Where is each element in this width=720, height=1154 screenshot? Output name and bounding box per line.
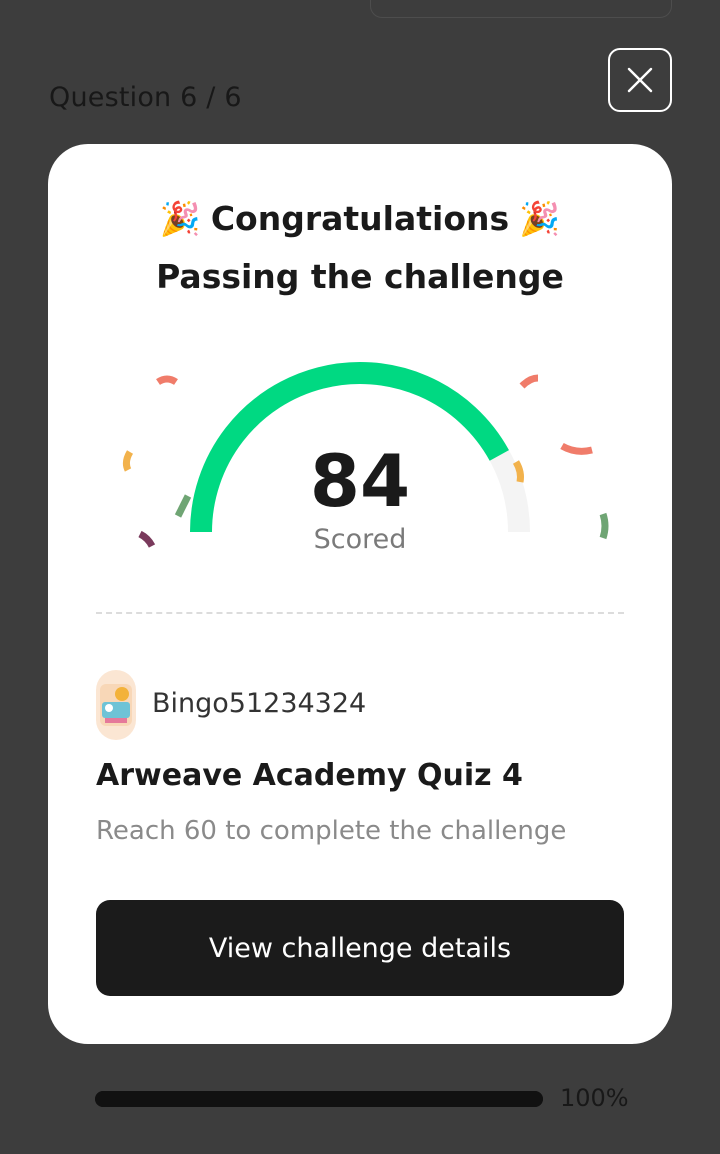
avatar-image-icon	[100, 684, 132, 726]
section-divider	[96, 612, 624, 614]
quiz-title: Arweave Academy Quiz 4	[96, 758, 523, 793]
modal-subtitle: Passing the challenge	[156, 257, 564, 296]
avatar	[96, 670, 136, 740]
question-counter: Question 6 / 6	[49, 82, 242, 113]
progress-bar-fill	[95, 1091, 543, 1107]
quiz-description: Reach 60 to complete the challenge	[96, 816, 567, 846]
view-challenge-details-button[interactable]: View challenge details	[96, 900, 624, 996]
title-row: 🎉 Congratulations 🎉	[48, 194, 672, 244]
username: Bingo51234324	[152, 688, 367, 719]
score-label: Scored	[313, 524, 407, 555]
party-popper-icon: 🎉	[159, 199, 201, 238]
progress-bar	[95, 1091, 543, 1107]
close-icon	[627, 67, 653, 93]
close-button[interactable]	[608, 48, 672, 112]
result-modal: 🎉 Congratulations 🎉 Passing the challeng…	[48, 144, 672, 1044]
party-popper-icon: 🎉	[519, 199, 561, 238]
score-value: 84	[309, 439, 411, 523]
modal-title: Congratulations	[210, 199, 510, 238]
top-card-remnant	[370, 0, 672, 18]
progress-percent: 100%	[560, 1084, 629, 1112]
